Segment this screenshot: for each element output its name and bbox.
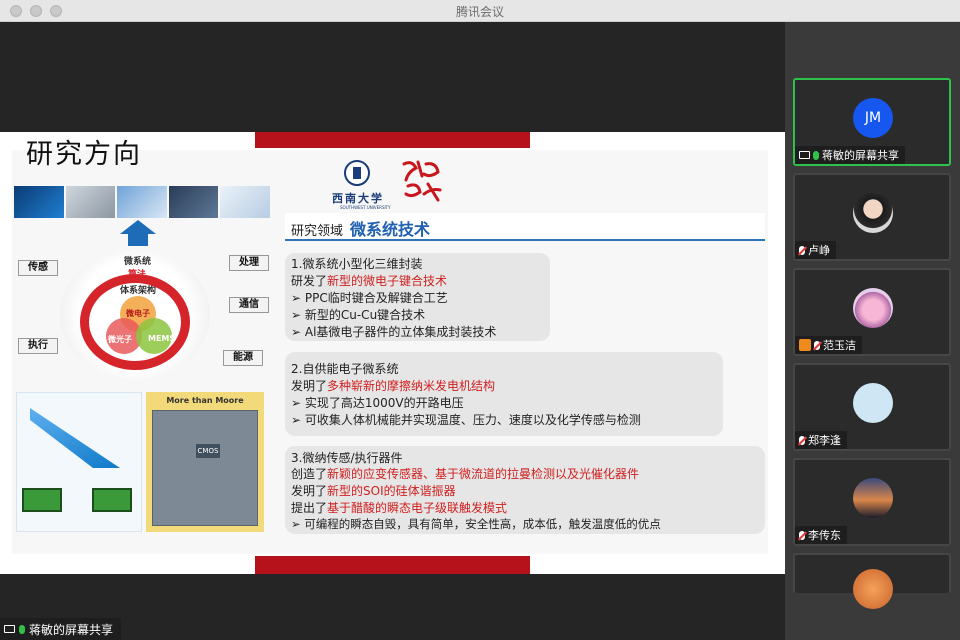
tag-sensing: 传感: [18, 260, 58, 276]
slide-title: 研究方向: [26, 139, 142, 170]
participant-tile-1[interactable]: JM 蒋敏的屏幕共享: [793, 78, 951, 166]
participant-name: 卢峥: [808, 244, 830, 257]
more-than-moore-title: More than Moore: [166, 396, 244, 405]
mouse-image: [65, 186, 116, 218]
more-than-moore-graphic: [152, 410, 258, 526]
venn-label-microelectronics: 微电子: [126, 309, 150, 318]
up-arrow-stem: [128, 234, 148, 246]
microphone-muted-icon: [814, 340, 820, 350]
microphone-icon: [813, 150, 819, 160]
participant-name-chip: 范玉洁: [795, 336, 862, 354]
participant-sidebar[interactable]: JM 蒋敏的屏幕共享 卢峥 范玉洁 郑李逢 李传东: [785, 22, 960, 640]
window-titlebar: 腾讯会议: [0, 0, 960, 22]
avatar: [853, 193, 893, 233]
microphone-icon: [19, 624, 25, 634]
participant-name-chip: 卢峥: [795, 241, 836, 259]
diagram-ring-label: 算法: [128, 270, 147, 280]
slide-top-bar: [255, 132, 530, 148]
device-image: [168, 186, 219, 218]
section-2-heading: 2.自供能电子微系统: [291, 362, 399, 376]
section-3-heading: 3.微纳传感/执行器件: [291, 451, 403, 465]
section-3-line-1: 创造了新颖的应变传感器、基于微流道的拉曼检测以及光催化器件: [291, 467, 640, 481]
diagram-core-label: 体系架构: [120, 286, 157, 296]
microphone-muted-icon: [799, 245, 805, 255]
avatar: JM: [853, 98, 893, 138]
participant-tile-4[interactable]: 郑李逢: [793, 363, 951, 451]
network-image: [220, 186, 270, 218]
participant-name: 郑李逢: [808, 434, 841, 447]
participant-name-chip: 李传东: [795, 526, 847, 544]
participant-tile-3[interactable]: 范玉洁: [793, 268, 951, 356]
venn-label-mems: MEMS: [148, 334, 176, 343]
section-1-line-3: ➢ 新型的Cu-Cu键合技术: [291, 308, 426, 322]
research-image-strip: [14, 186, 270, 218]
section-1-line-4: ➢ Al基微电子器件的立体集成封装技术: [291, 325, 497, 339]
section-1-heading: 1.微系统小型化三维封装: [291, 257, 423, 271]
university-name: 西南大学: [332, 192, 384, 205]
screen-share-icon: [4, 625, 15, 633]
venn-label-microphotonics: 微光子: [108, 335, 132, 344]
section-2-line-1: 发明了多种崭新的摩擦纳米发电机结构: [291, 379, 496, 393]
participant-name-chip: 郑李逢: [795, 431, 847, 449]
participant-tile-6[interactable]: [793, 553, 951, 609]
avatar: [853, 383, 893, 423]
participant-name: 李传东: [808, 529, 841, 542]
research-field-title: 微系统技术: [350, 220, 431, 239]
slide-bottom-bar: [255, 556, 530, 574]
avatar: [853, 288, 893, 328]
section-1-line-1: 研发了新型的微电子键合技术: [291, 274, 448, 288]
avatar: [853, 478, 893, 518]
university-name-en: SOUTHWEST UNIVERSITY: [340, 205, 391, 210]
microphone-muted-icon: [799, 530, 805, 540]
chip-image: [14, 186, 64, 218]
screen-share-owner: 蒋敏的屏幕共享: [29, 622, 114, 637]
chip-figure-right: [92, 488, 132, 512]
hand-image: [117, 186, 167, 218]
cmos-label: CMOS: [196, 444, 220, 458]
screen-share-label: 蒋敏的屏幕共享: [0, 618, 122, 640]
avatar: [853, 569, 893, 609]
tag-actuation: 执行: [18, 338, 58, 354]
section-2-line-3: ➢ 可收集人体机械能并实现温度、压力、速度以及化学传感与检测: [291, 413, 641, 427]
participant-tile-2[interactable]: 卢峥: [793, 173, 951, 261]
tag-communication: 通信: [229, 297, 269, 313]
calligraphy-logo: [402, 160, 442, 202]
participant-name-chip: 蒋敏的屏幕共享: [795, 146, 905, 164]
participant-name: 范玉洁: [823, 339, 856, 352]
section-3-line-2: 发明了新型的SOI的硅体谐振器: [291, 484, 456, 498]
tag-energy: 能源: [223, 350, 263, 366]
chip-figure-left: [22, 488, 62, 512]
research-field-prefix: 研究领域: [291, 224, 344, 239]
person-icon: [799, 339, 811, 351]
microphone-muted-icon: [799, 435, 805, 445]
diagram-top-label: 微系统: [124, 257, 152, 267]
participant-tile-5[interactable]: 李传东: [793, 458, 951, 546]
section-1-line-2: ➢ PPC临时键合及解键合工艺: [291, 291, 448, 305]
university-seal-icon: [344, 160, 370, 186]
section-3-line-3: 提出了基于醋酸的瞬态电子级联触发模式: [291, 501, 508, 515]
section-3-line-4: ➢ 可编程的瞬态自毁，具有简单，安全性高，成本低，触发温度低的优点: [291, 517, 661, 531]
up-arrow-icon: [120, 220, 156, 234]
tag-processing: 处理: [229, 255, 269, 271]
section-2-line-2: ➢ 实现了高达1000V的开路电压: [291, 396, 464, 410]
screen-share-icon: [799, 151, 810, 159]
participant-name: 蒋敏的屏幕共享: [822, 149, 899, 162]
window-title: 腾讯会议: [455, 5, 504, 19]
